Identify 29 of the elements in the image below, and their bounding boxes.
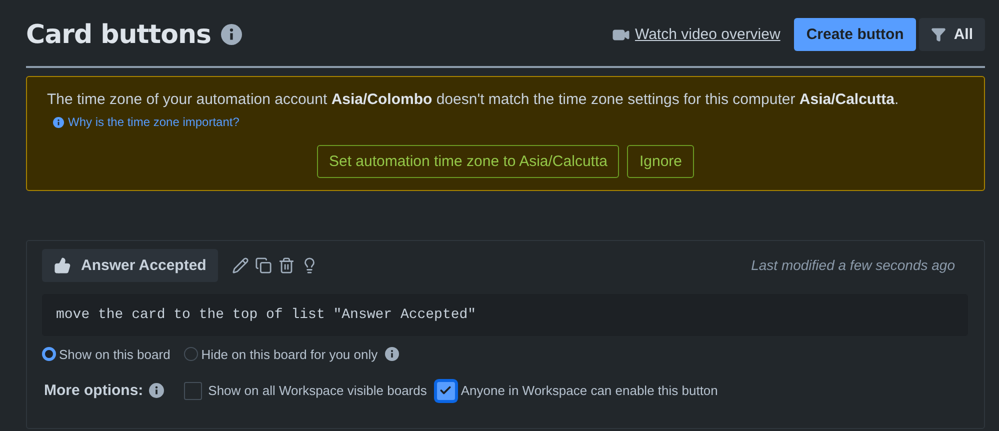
checkbox[interactable] (184, 382, 202, 400)
checkbox-label: Anyone in Workspace can enable this button (460, 383, 718, 398)
filter-button[interactable]: All (918, 18, 985, 51)
warning-message: The time zone of your automation account Asia/Colombo doesn't match the time zone settings for this computer Asia/Calcutta. Why is the time zone important? (47, 89, 964, 134)
thumbs-up-icon (54, 256, 71, 274)
last-modified: Last modified a few seconds ago (751, 257, 955, 273)
info-icon (384, 347, 399, 361)
info-icon (53, 116, 64, 128)
radio-label: Show on this board (59, 346, 170, 362)
radio-label: Hide on this board for you only (201, 346, 378, 362)
more-options-label: More options: (44, 382, 144, 399)
page-title: Card buttons (26, 20, 211, 50)
info-icon (220, 24, 242, 45)
info-icon (149, 383, 164, 398)
checkbox-label: Show on all Workspace visible boards (208, 383, 427, 398)
card-button[interactable]: Answer Accepted (42, 248, 218, 282)
watch-video-link[interactable]: Watch video overview (612, 26, 780, 44)
trash-icon[interactable] (278, 256, 296, 274)
ignore-button[interactable]: Ignore (627, 144, 694, 178)
create-button[interactable]: Create button (794, 18, 916, 51)
check-icon (439, 384, 452, 397)
command-text: move the card to the top of list "Answer Accepted" (42, 294, 968, 336)
filter-icon (930, 27, 946, 42)
help-link[interactable]: Why is the time zone important? (53, 111, 240, 133)
radio-button[interactable] (42, 347, 56, 361)
copy-icon[interactable] (255, 256, 272, 274)
edit-icon[interactable] (232, 256, 250, 274)
set-time-zone-button[interactable]: Set automation time zone to Asia/Calcutta (316, 144, 620, 178)
radio-button[interactable] (184, 347, 198, 361)
